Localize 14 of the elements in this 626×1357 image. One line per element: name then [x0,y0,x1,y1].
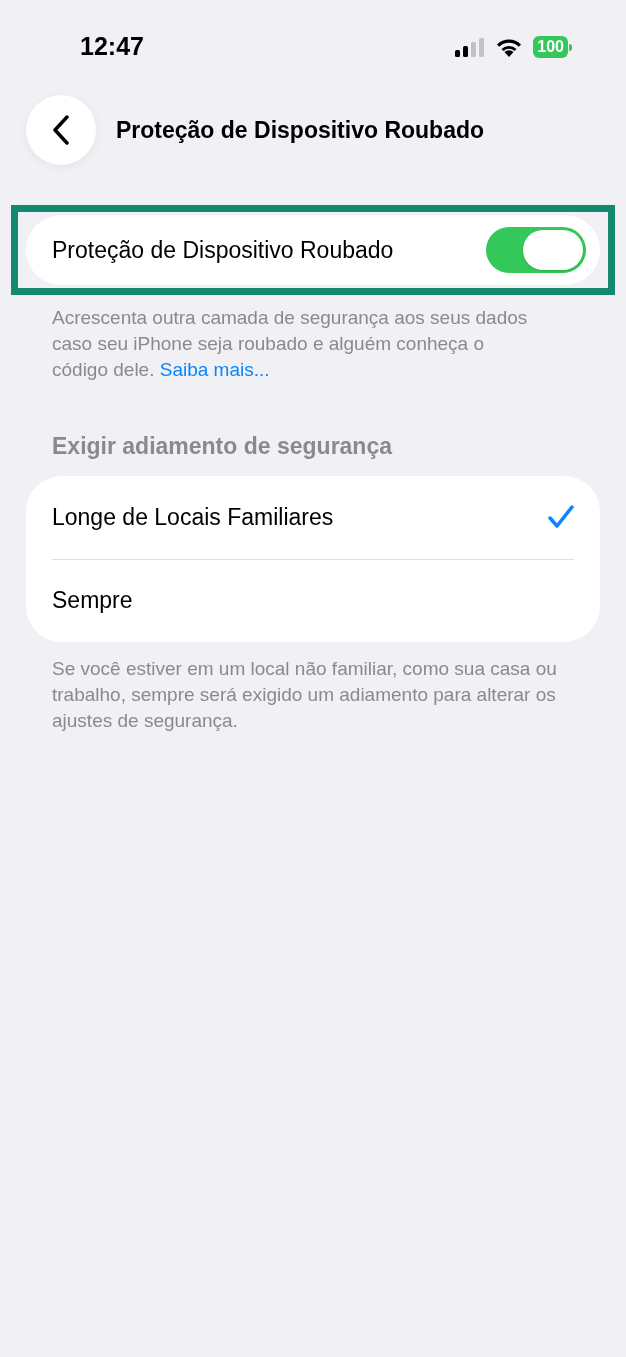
footer-text: Se você estiver em um local não familiar, como sua casa ou trabalho, sempre será exigido um adiamento para alterar os ajustes de segurança. [52,656,558,733]
signal-icon [455,37,486,57]
section-header: Exigir adiamento de segurança [52,432,394,461]
toggle-switch[interactable] [486,227,586,273]
page-title: Proteção de Dispositivo Roubado [116,115,485,145]
status-time: 12:47 [80,31,144,63]
option-row[interactable]: Sempre [52,558,574,642]
toggle-label: Proteção de Dispositivo Roubado [52,235,394,265]
checkmark-icon [548,505,574,529]
back-chevron-icon [52,115,70,145]
description-text: Acrescenta outra camada de segurança aos seus dados caso seu iPhone seja roubado e alguém conheça o código dele. Saiba mais... [52,306,529,382]
wifi-icon [495,37,524,57]
option-row[interactable]: Longe de Locais Familiares [52,475,574,559]
battery-indicator: 100 [533,36,572,58]
